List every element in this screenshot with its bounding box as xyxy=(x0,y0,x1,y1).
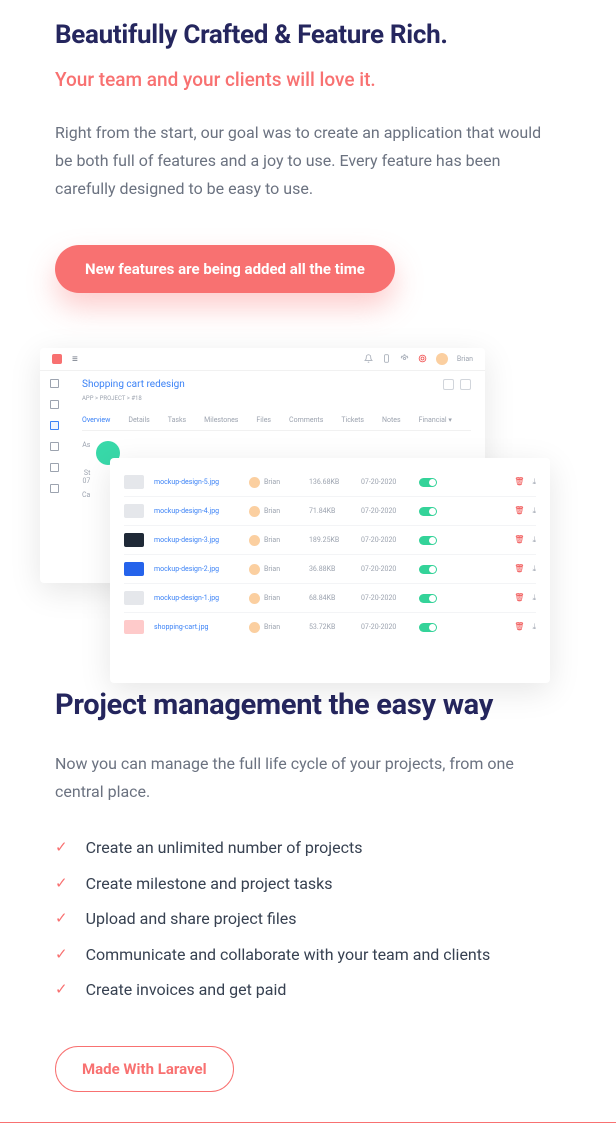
section-lead: Now you can manage the full life cycle o… xyxy=(55,750,561,806)
feature-item: Create milestone and project tasks xyxy=(86,874,333,893)
delete-icon[interactable]: 🗑 xyxy=(514,564,524,574)
feature-item: Create invoices and get paid xyxy=(86,980,287,999)
tab-overview[interactable]: Overview xyxy=(82,416,110,424)
file-name[interactable]: mockup-design-2.jpg xyxy=(154,565,239,573)
tab-financial[interactable]: Financial ▾ xyxy=(419,416,452,424)
app-screenshot: ≡ Brian xyxy=(0,348,616,688)
delete-icon[interactable]: 🗑 xyxy=(514,593,524,603)
file-row: shopping-cart.jpg Brian 53.72KB 07-20-20… xyxy=(124,613,536,641)
nav-folder-icon[interactable] xyxy=(50,421,59,430)
check-icon: ✓ xyxy=(55,874,68,894)
nav-home-icon[interactable] xyxy=(50,379,59,388)
made-with-laravel-button[interactable]: Made With Laravel xyxy=(55,1046,234,1092)
project-tabs: Overview Details Tasks Milestones Files … xyxy=(82,416,471,431)
hamburger-icon[interactable]: ≡ xyxy=(72,354,78,365)
app-logo-icon xyxy=(52,354,62,364)
file-thumb xyxy=(124,533,144,547)
mobile-icon[interactable] xyxy=(382,354,391,365)
avatar xyxy=(249,477,260,488)
check-icon: ✓ xyxy=(55,980,68,1000)
visibility-toggle[interactable] xyxy=(419,507,437,516)
feature-item: Communicate and collaborate with your te… xyxy=(86,945,491,964)
file-row: mockup-design-5.jpg Brian 136.68KB 07-20… xyxy=(124,468,536,497)
delete-icon[interactable]: 🗑 xyxy=(514,506,524,516)
file-name[interactable]: mockup-design-5.jpg xyxy=(154,478,239,486)
section-title: Project management the easy way xyxy=(55,688,561,722)
check-icon: ✓ xyxy=(55,838,68,858)
file-name[interactable]: mockup-design-4.jpg xyxy=(154,507,239,515)
new-features-button[interactable]: New features are being added all the tim… xyxy=(55,245,395,293)
edit-icon[interactable] xyxy=(443,379,454,390)
files-panel: mockup-design-5.jpg Brian 136.68KB 07-20… xyxy=(110,458,550,683)
tab-milestones[interactable]: Milestones xyxy=(204,416,238,424)
avatar[interactable] xyxy=(436,353,448,365)
download-icon[interactable]: ⤓ xyxy=(532,535,536,545)
download-icon[interactable]: ⤓ xyxy=(532,564,536,574)
file-thumb xyxy=(124,504,144,518)
sidebar xyxy=(40,371,68,507)
file-name[interactable]: mockup-design-3.jpg xyxy=(154,536,239,544)
delete-icon[interactable]: 🗑 xyxy=(514,477,524,487)
tab-comments[interactable]: Comments xyxy=(289,416,323,424)
feature-list: ✓Create an unlimited number of projects … xyxy=(55,838,561,1000)
tab-tasks[interactable]: Tasks xyxy=(168,416,186,424)
delete-icon[interactable]: 🗑 xyxy=(514,622,524,632)
delete-icon[interactable]: 🗑 xyxy=(514,535,524,545)
file-row: mockup-design-1.jpg Brian 68.84KB 07-20-… xyxy=(124,584,536,613)
visibility-toggle[interactable] xyxy=(419,594,437,603)
avatar xyxy=(249,593,260,604)
user-name-label: Brian xyxy=(457,355,473,363)
file-thumb xyxy=(124,562,144,576)
download-icon[interactable]: ⤓ xyxy=(532,477,536,487)
avatar xyxy=(249,622,260,633)
visibility-toggle[interactable] xyxy=(419,623,437,632)
avatar xyxy=(249,506,260,517)
tab-files[interactable]: Files xyxy=(256,416,271,424)
file-row: mockup-design-4.jpg Brian 71.84KB 07-20-… xyxy=(124,497,536,526)
nav-user-icon[interactable] xyxy=(50,400,59,409)
file-thumb xyxy=(124,591,144,605)
hero-body: Right from the start, our goal was to cr… xyxy=(55,119,561,203)
feature-item: Upload and share project files xyxy=(86,909,297,928)
download-icon[interactable]: ⤓ xyxy=(532,593,536,603)
file-date: 07-20-2020 xyxy=(361,478,409,486)
file-name[interactable]: mockup-design-1.jpg xyxy=(154,594,239,602)
file-size: 136.68KB xyxy=(309,478,351,486)
visibility-toggle[interactable] xyxy=(419,536,437,545)
tab-details[interactable]: Details xyxy=(128,416,149,424)
gear-icon[interactable] xyxy=(400,354,409,365)
hero-title: Beautifully Crafted & Feature Rich. xyxy=(55,20,561,50)
check-icon: ✓ xyxy=(55,909,68,929)
file-thumb xyxy=(124,620,144,634)
file-name[interactable]: shopping-cart.jpg xyxy=(154,623,239,631)
tab-notes[interactable]: Notes xyxy=(382,416,401,424)
avatar xyxy=(249,535,260,546)
file-row: mockup-design-2.jpg Brian 36.88KB 07-20-… xyxy=(124,555,536,584)
target-icon[interactable] xyxy=(418,354,427,365)
download-icon[interactable]: ⤓ xyxy=(532,506,536,516)
project-title: Shopping cart redesign xyxy=(82,379,185,390)
nav-clock-icon[interactable] xyxy=(50,463,59,472)
visibility-toggle[interactable] xyxy=(419,478,437,487)
breadcrumb: APP > PROJECT > #18 xyxy=(82,395,471,402)
check-icon: ✓ xyxy=(55,945,68,965)
download-icon[interactable]: ⤓ xyxy=(532,622,536,632)
file-thumb xyxy=(124,475,144,489)
file-row: mockup-design-3.jpg Brian 189.25KB 07-20… xyxy=(124,526,536,555)
feature-item: Create an unlimited number of projects xyxy=(86,838,363,857)
nav-list-icon[interactable] xyxy=(50,442,59,451)
tab-tickets[interactable]: Tickets xyxy=(341,416,364,424)
visibility-toggle[interactable] xyxy=(419,565,437,574)
nav-archive-icon[interactable] xyxy=(50,484,59,493)
hero-subtitle: Your team and your clients will love it. xyxy=(55,68,561,91)
bell-icon[interactable] xyxy=(364,354,373,365)
trash-icon[interactable] xyxy=(460,379,471,390)
avatar xyxy=(249,564,260,575)
